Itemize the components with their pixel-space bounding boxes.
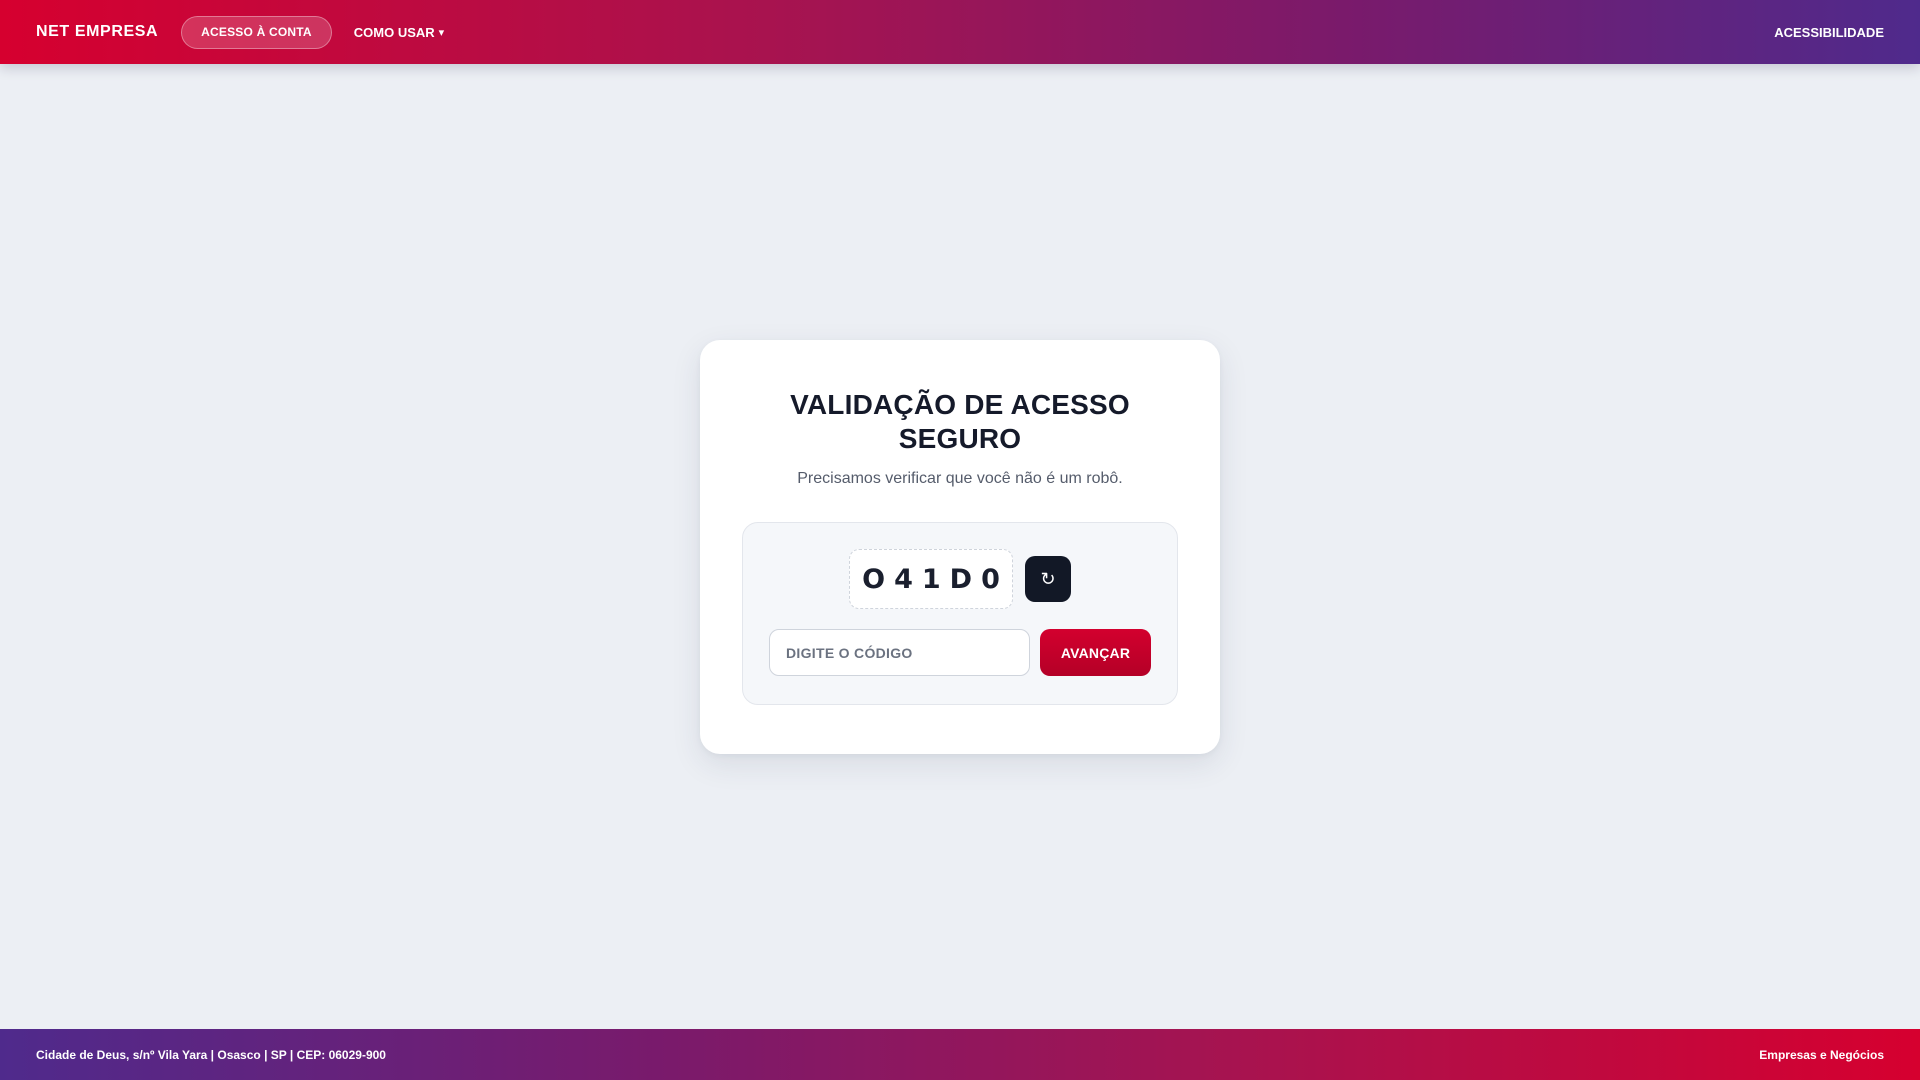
captcha-code-display: O41D0 — [849, 549, 1013, 609]
captcha-input-row: AVANÇAR — [769, 629, 1151, 676]
nav-how-to-use-dropdown[interactable]: COMO USAR ▾ — [354, 25, 444, 40]
refresh-captcha-button[interactable]: ↻ — [1025, 556, 1071, 602]
brand-logo[interactable]: NET EMPRESA — [36, 23, 158, 41]
footer-address: Cidade de Deus, s/nº Vila Yara | Osasco … — [36, 1047, 386, 1062]
main-content: VALIDAÇÃO DE ACESSO SEGURO Precisamos ve… — [0, 64, 1920, 1029]
nav-account-access-button[interactable]: ACESSO À CONTA — [181, 15, 332, 49]
validation-card: VALIDAÇÃO DE ACESSO SEGURO Precisamos ve… — [700, 340, 1220, 754]
captcha-row: O41D0 ↻ — [769, 549, 1151, 609]
refresh-icon: ↻ — [1040, 568, 1056, 589]
page-title: VALIDAÇÃO DE ACESSO SEGURO — [790, 389, 1130, 454]
chevron-down-icon: ▾ — [438, 26, 445, 39]
nav-account-access-label: ACESSO À CONTA — [201, 25, 312, 39]
page-subtitle: Precisamos verificar que você não é um r… — [797, 470, 1123, 487]
accessibility-link[interactable]: ACESSIBILIDADE — [1774, 25, 1884, 40]
footer-bar: Cidade de Deus, s/nº Vila Yara | Osasco … — [0, 1029, 1920, 1080]
footer-business-link[interactable]: Empresas e Negócios — [1759, 1048, 1884, 1062]
nav-how-to-use-label: COMO USAR — [353, 24, 435, 40]
top-navigation-bar: NET EMPRESA ACESSO À CONTA COMO USAR ▾ A… — [0, 0, 1920, 64]
captcha-code-input[interactable] — [769, 629, 1030, 676]
advance-button[interactable]: AVANÇAR — [1040, 629, 1151, 676]
captcha-panel: O41D0 ↻ AVANÇAR — [742, 522, 1178, 705]
